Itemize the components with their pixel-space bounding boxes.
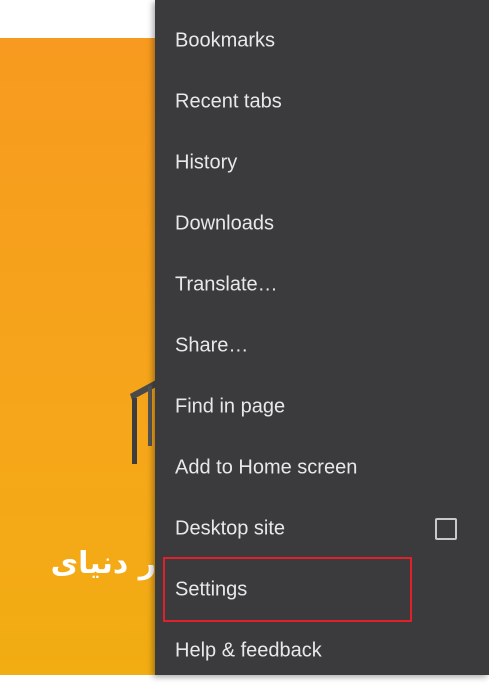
menu-item-share[interactable]: Share…	[155, 315, 489, 376]
menu-item-add-to-home-screen[interactable]: Add to Home screen	[155, 437, 489, 498]
menu-item-label: Downloads	[175, 212, 274, 234]
menu-item-find-in-page[interactable]: Find in page	[155, 376, 489, 437]
menu-item-desktop-site[interactable]: Desktop site	[155, 498, 489, 559]
menu-item-label: Settings	[175, 578, 248, 600]
menu-item-bookmarks[interactable]: Bookmarks	[155, 10, 489, 71]
menu-item-label: Share…	[175, 334, 249, 356]
menu-item-label: Help & feedback	[175, 639, 322, 661]
page-heading: ر دنیای	[50, 546, 156, 581]
menu-item-label: Recent tabs	[175, 90, 282, 112]
menu-item-help-feedback[interactable]: Help & feedback	[155, 620, 489, 675]
page-subtext: ی تحت وب،	[46, 668, 156, 690]
menu-item-label: Translate…	[175, 273, 278, 295]
table-illustration-icon	[130, 380, 158, 464]
menu-item-downloads[interactable]: Downloads	[155, 193, 489, 254]
menu-item-label: History	[175, 151, 238, 173]
menu-item-label: Bookmarks	[175, 29, 276, 51]
overflow-menu: Bookmarks Recent tabs History Downloads …	[155, 0, 489, 675]
menu-item-label: Desktop site	[175, 517, 286, 539]
menu-item-translate[interactable]: Translate…	[155, 254, 489, 315]
menu-item-settings[interactable]: Settings	[155, 559, 489, 620]
menu-item-recent-tabs[interactable]: Recent tabs	[155, 71, 489, 132]
desktop-site-checkbox[interactable]	[435, 517, 457, 540]
menu-item-label: Find in page	[175, 395, 286, 417]
menu-item-label: Add to Home screen	[175, 456, 358, 478]
menu-item-history[interactable]: History	[155, 132, 489, 193]
